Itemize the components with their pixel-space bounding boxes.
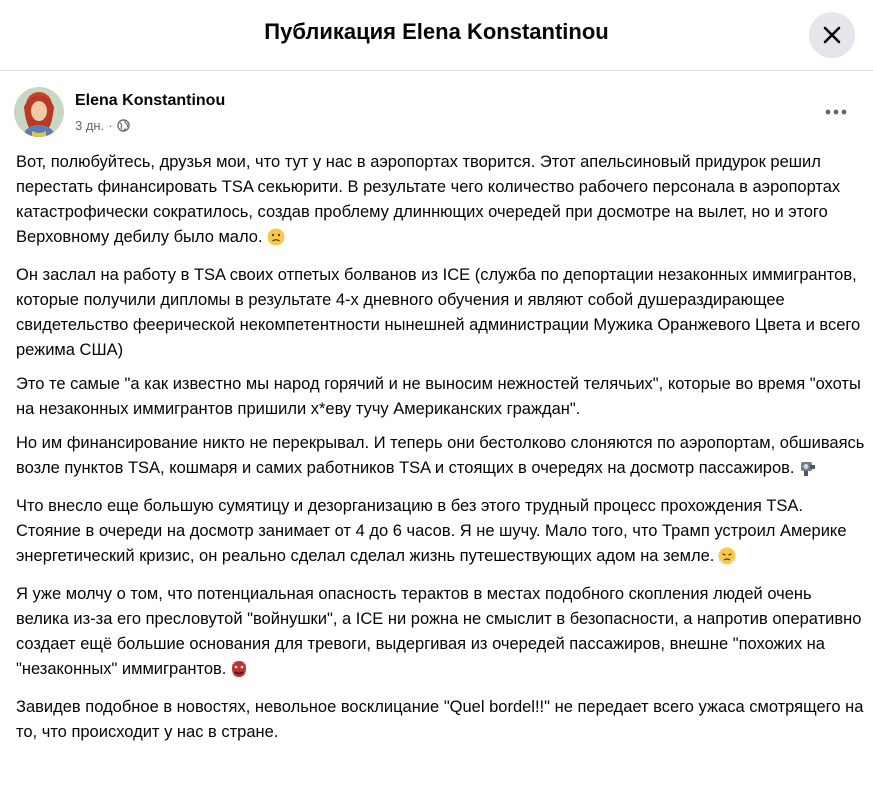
worried-face-emoji [267, 228, 285, 254]
author-name[interactable]: Elena Konstantinou [75, 92, 225, 110]
post-paragraph: Вот, полюбуйтесь, друзья мои, что тут у … [16, 150, 866, 254]
post-timestamp[interactable]: 3 дн. [75, 118, 104, 133]
post-meta: 3 дн. · [75, 118, 130, 133]
post-paragraph: Он заслал на работу в TSA своих отпетых … [16, 266, 861, 359]
post-paragraph: Это те самые "а как известно мы народ го… [16, 375, 861, 418]
close-button[interactable] [809, 12, 855, 58]
dialog-title: Публикация Elena Konstantinou [264, 19, 609, 44]
more-options-icon [825, 109, 847, 115]
post-body: Вот, полюбуйтесь, друзья мои, что тут у … [16, 150, 866, 754]
ogre-emoji [230, 660, 248, 686]
meta-separator: · [108, 118, 113, 133]
close-icon [823, 26, 841, 44]
globe-icon[interactable] [116, 119, 130, 132]
author-avatar[interactable] [14, 87, 64, 137]
steam-face-emoji [718, 547, 736, 573]
post-paragraph: Что внесло еще большую сумятицу и дезорг… [16, 494, 866, 573]
dialog-header: Публикация Elena Konstantinou [0, 0, 873, 71]
robot-camera-emoji [799, 459, 817, 485]
post-paragraph: Завидев подобное в новостях, невольное в… [16, 698, 864, 741]
more-options-button[interactable] [818, 94, 854, 130]
post-paragraph: Но им финансирование никто не перекрывал… [16, 431, 866, 485]
post-paragraph: Я уже молчу о том, что потенциальная опа… [16, 582, 866, 686]
